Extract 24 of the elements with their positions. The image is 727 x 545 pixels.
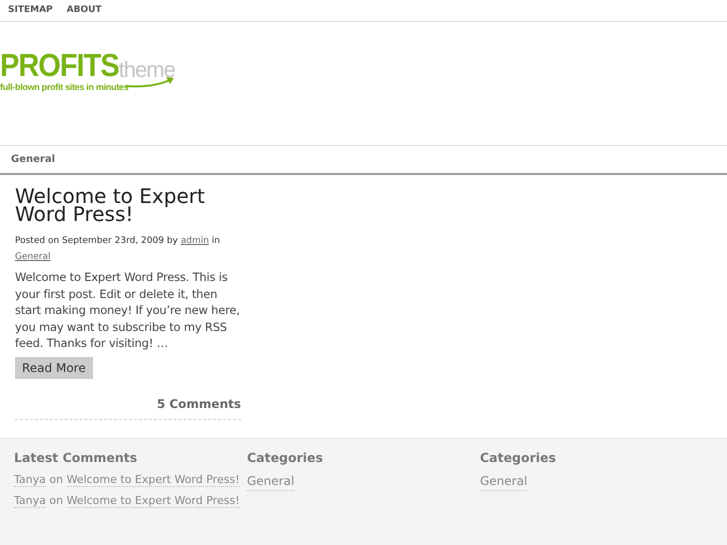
post-link[interactable]: Welcome to Expert Word Press! — [66, 472, 240, 487]
post-link[interactable]: Welcome to Expert Word Press! — [66, 494, 240, 508]
category-link[interactable]: General — [480, 472, 528, 491]
widget-title: Latest Comments — [14, 449, 138, 467]
comment-entry: Tanya on Welcome to Expert Word Press! — [14, 472, 241, 487]
post-title: Welcome to Expert Word Press! — [15, 187, 206, 223]
logo-text: theme — [118, 59, 175, 81]
logo-text: PROFITS — [0, 50, 119, 82]
widget-title: Categories — [480, 449, 557, 467]
comment-entry: Tanya on Welcome to Expert Word Press! — [14, 492, 241, 508]
post-meta: Posted on September 23rd, 2009 by admin in General — [15, 236, 220, 262]
author-link[interactable]: admin — [180, 236, 209, 246]
widget-title: Categories — [247, 449, 324, 467]
comments-link[interactable]: 5 Comments — [156, 394, 241, 412]
category-nav-link[interactable]: General — [11, 152, 55, 167]
post-excerpt: Welcome to Expert Word Press. This is your first post. Edit or delete it, then start making money! If you’re new here, you may want to subscribe to my RSS feed. Thanks for visiting! … — [15, 269, 241, 352]
category-link[interactable]: General — [247, 472, 294, 491]
logo-tagline: full-blown profit sites in minutes — [0, 81, 128, 94]
author-link[interactable]: Tanya — [14, 494, 46, 508]
nav-link[interactable]: SITEMAP — [8, 4, 53, 18]
author-link[interactable]: Tanya — [14, 472, 46, 487]
nav-link[interactable]: ABOUT — [66, 4, 102, 18]
read-more-button[interactable]: Read More — [15, 356, 93, 378]
category-link[interactable]: General — [15, 252, 50, 262]
